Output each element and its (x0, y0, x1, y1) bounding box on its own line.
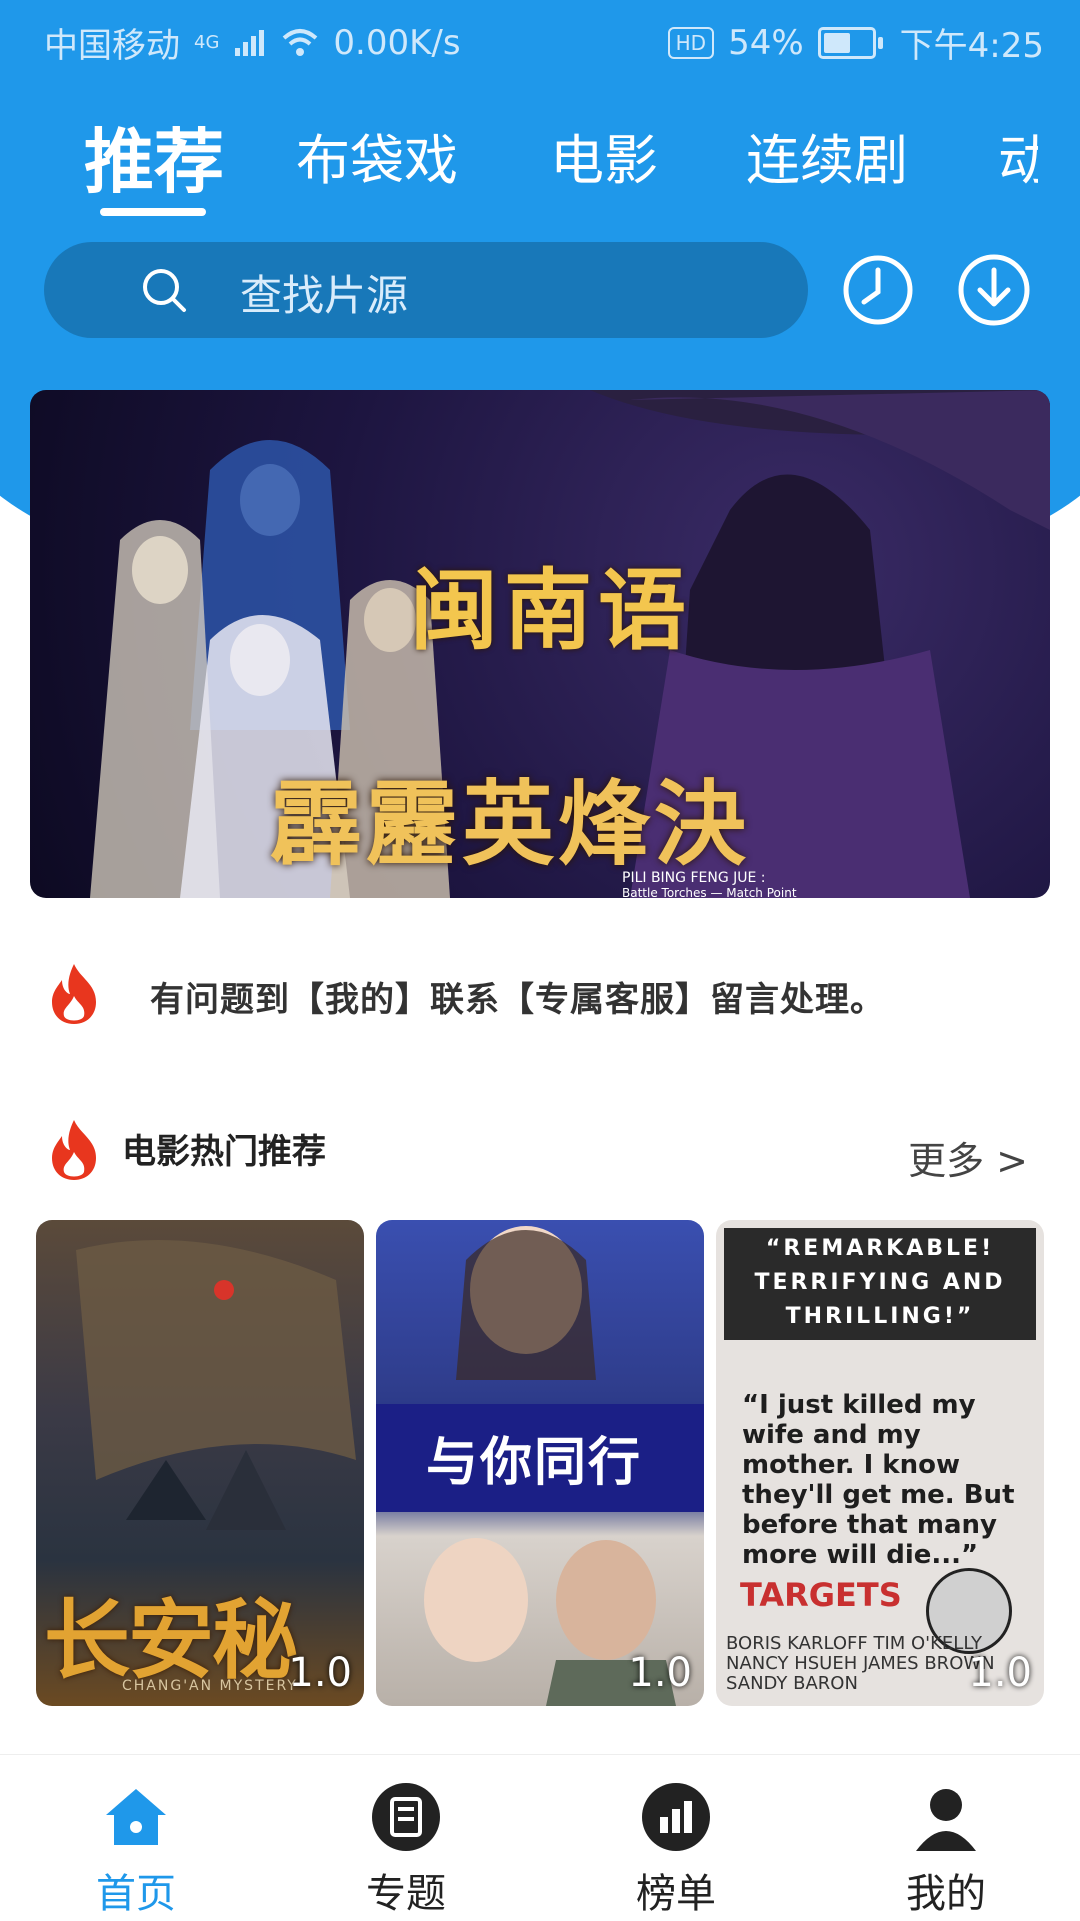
network-label: 4G (194, 32, 220, 53)
speed-label: 0.00K/s (333, 22, 461, 63)
nav-home[interactable]: 首页 (56, 1781, 216, 1919)
fire-icon (52, 964, 96, 1024)
banner-subtitle-en-2: Battle Torches — Match Point (622, 886, 797, 898)
nav-ranking[interactable]: 榜单 (596, 1781, 756, 1919)
banner-tag-text: 闽南语 (410, 559, 693, 662)
wifi-icon (283, 28, 318, 56)
featured-banner[interactable]: 闽南语 霹靂英烽決 PILI BING FENG JUE : Battle To… (30, 390, 1050, 898)
rating-label: 1.0 (628, 1650, 692, 1696)
category-tabs: 推荐 布袋戏 电影 连续剧 动 (0, 96, 1080, 226)
nav-label: 首页 (96, 1871, 176, 1917)
header: 中国移动 4G 0.00K/s HD 54% 下午4:25 推荐 布袋戏 电影 … (0, 0, 1080, 360)
tab-movie[interactable]: 电影 (550, 116, 658, 195)
hd-badge: HD (667, 26, 715, 59)
chart-icon (642, 1783, 710, 1851)
tab-puppet-show[interactable]: 布袋戏 (296, 116, 458, 195)
rating-label: 1.0 (288, 1650, 352, 1696)
nav-mine[interactable]: 我的 (866, 1781, 1026, 1919)
home-icon (106, 1789, 166, 1845)
nav-label: 榜单 (636, 1871, 716, 1917)
history-clock-icon[interactable] (842, 254, 914, 326)
notice-row[interactable]: 有问题到【我的】联系【专属客服】留言处理。 (0, 948, 1080, 1036)
nav-label: 专题 (366, 1871, 446, 1917)
person-icon (916, 1789, 976, 1851)
nav-label: 我的 (906, 1871, 986, 1917)
poster-quote: “I just killed my wife and my mother. I … (742, 1390, 1015, 1570)
tab-series[interactable]: 连续剧 (746, 116, 908, 195)
fire-icon (52, 1120, 96, 1180)
banner-subtitle-en: PILI BING FENG JUE : (622, 870, 766, 886)
poster-title: 与你同行 (426, 1433, 643, 1493)
carrier-label: 中国移动 (44, 26, 180, 66)
nav-topic[interactable]: 专题 (326, 1781, 486, 1919)
active-tab-indicator (100, 208, 206, 216)
search-bar[interactable]: 查找片源 (44, 242, 808, 338)
tab-recommend[interactable]: 推荐 (84, 106, 224, 207)
poster-title: TARGETS (740, 1576, 902, 1614)
more-link[interactable]: 更多 > (908, 1130, 1028, 1185)
poster-headline: “REMARKABLE! TERRIFYING AND THRILLING!” (724, 1228, 1036, 1340)
signal-icon (235, 29, 265, 56)
bottom-nav: 首页 专题 榜单 我的 (0, 1754, 1080, 1921)
banner-title: 霹靂英烽決 (270, 771, 751, 878)
poster-subtitle: CHANG'AN MYSTERY (122, 1678, 298, 1694)
search-placeholder: 查找片源 (240, 271, 409, 320)
notice-text: 有问题到【我的】联系【专属客服】留言处理。 (150, 980, 885, 1020)
rating-label: 1.0 (968, 1650, 1032, 1696)
battery-percent: 54% (728, 22, 804, 63)
time-label: 下午4:25 (899, 26, 1044, 66)
status-bar: 中国移动 4G 0.00K/s HD 54% 下午4:25 (0, 0, 1080, 76)
topic-icon (372, 1783, 440, 1851)
movie-section-header: 电影热门推荐 更多 > (0, 1110, 1080, 1190)
tab-anime[interactable]: 动 (998, 116, 1038, 195)
search-icon (143, 269, 186, 312)
movie-card[interactable]: 与你同行 1.0 (376, 1220, 704, 1706)
download-icon[interactable] (956, 252, 1032, 328)
movie-card[interactable]: “REMARKABLE! TERRIFYING AND THRILLING!” … (716, 1220, 1044, 1706)
battery-icon (817, 26, 883, 59)
section-title: 电影热门推荐 (122, 1132, 326, 1172)
movie-card[interactable]: 长安秘闻 CHANG'AN MYSTERY 1.0 (36, 1220, 364, 1706)
